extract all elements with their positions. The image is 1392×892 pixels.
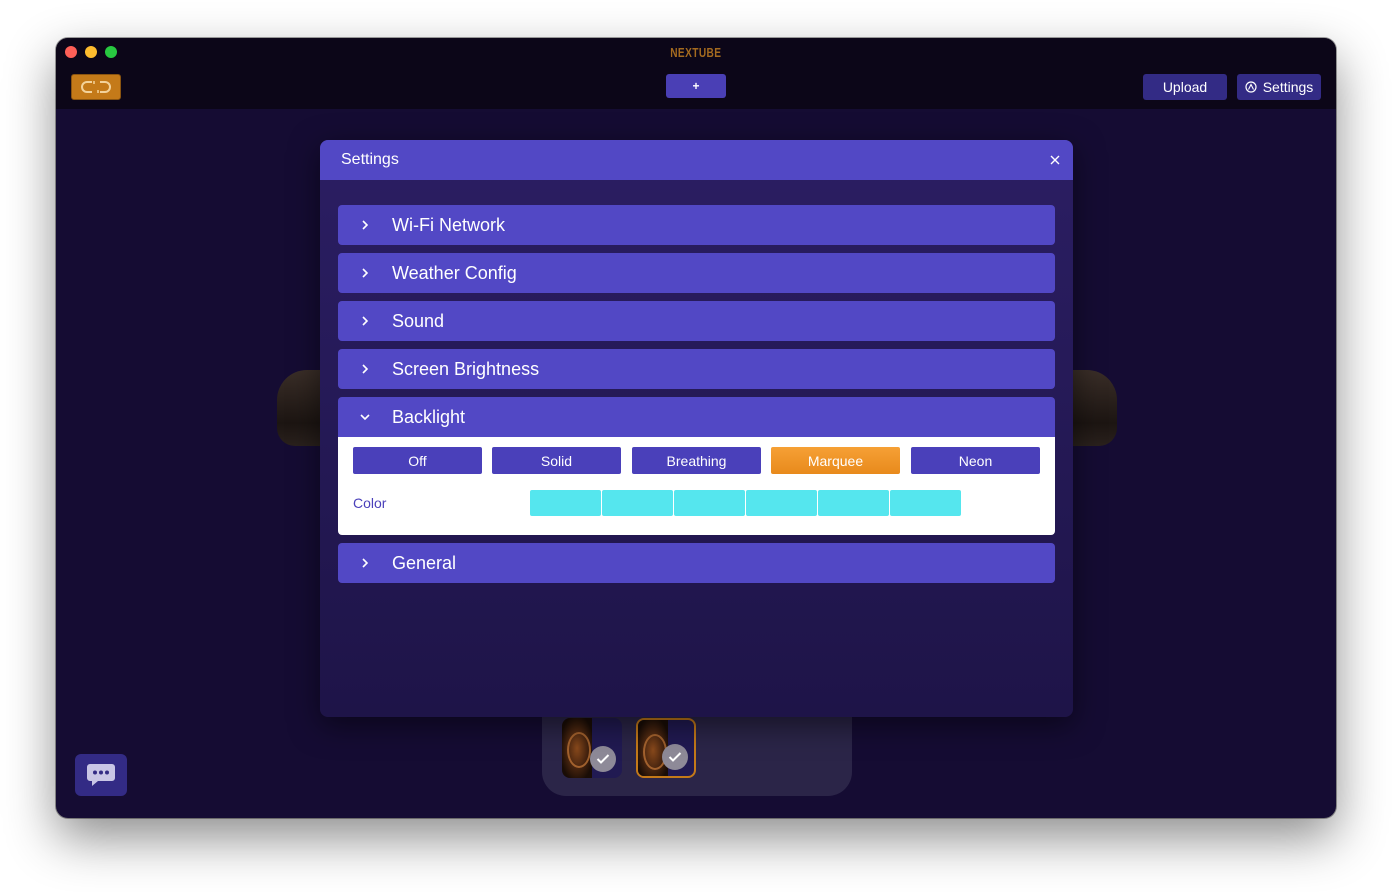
link-device-button[interactable] bbox=[71, 74, 121, 100]
accordion-label: Backlight bbox=[392, 406, 466, 427]
app-title: NEXTUBE bbox=[670, 44, 722, 60]
accordion-header[interactable]: Sound bbox=[338, 301, 1055, 341]
settings-button[interactable]: Settings bbox=[1237, 74, 1321, 100]
color-swatch[interactable] bbox=[818, 490, 889, 516]
accordion-label: Sound bbox=[392, 310, 445, 331]
chevron-right-icon bbox=[338, 301, 392, 341]
chevron-right-icon bbox=[338, 253, 392, 293]
chat-bubble-icon bbox=[87, 764, 115, 786]
accordion-backlight[interactable]: Backlight Off Solid Breathing Marquee Ne… bbox=[338, 397, 1055, 535]
settings-button-label: Settings bbox=[1262, 79, 1314, 95]
chevron-right-icon bbox=[338, 543, 392, 583]
thumbnail-item[interactable] bbox=[562, 718, 622, 778]
color-swatch[interactable] bbox=[530, 490, 601, 516]
accordion-header[interactable]: Backlight bbox=[338, 397, 1055, 437]
add-button[interactable]: + bbox=[666, 74, 726, 98]
accordion-sound[interactable]: Sound bbox=[338, 301, 1055, 341]
backlight-panel: Off Solid Breathing Marquee Neon Color bbox=[338, 437, 1055, 535]
window-maximize-button[interactable] bbox=[105, 46, 117, 58]
modal-title: Settings bbox=[341, 151, 399, 168]
color-swatch[interactable] bbox=[602, 490, 673, 516]
modal-header: Settings bbox=[320, 140, 1073, 180]
accordion-header[interactable]: Weather Config bbox=[338, 253, 1055, 293]
mode-marquee-button[interactable]: Marquee bbox=[771, 447, 900, 474]
title-bar: NEXTUBE bbox=[56, 38, 1336, 66]
accordion-label: Wi-Fi Network bbox=[392, 214, 505, 235]
chevron-right-icon bbox=[338, 205, 392, 245]
app-window: NEXTUBE + Upload Settings Settings Wi-Fi… bbox=[56, 38, 1336, 818]
accordion-header[interactable]: Screen Brightness bbox=[338, 349, 1055, 389]
modal-close-button[interactable] bbox=[1047, 152, 1063, 168]
traffic-lights bbox=[65, 46, 117, 58]
accordion-general[interactable]: General bbox=[338, 543, 1055, 583]
window-minimize-button[interactable] bbox=[85, 46, 97, 58]
accordion-wifi-network[interactable]: Wi-Fi Network bbox=[338, 205, 1055, 245]
accordion-screen-brightness[interactable]: Screen Brightness bbox=[338, 349, 1055, 389]
mode-neon-button[interactable]: Neon bbox=[911, 447, 1040, 474]
accordion-label: Screen Brightness bbox=[392, 358, 540, 379]
chat-button[interactable] bbox=[75, 754, 127, 796]
accordion-weather-config[interactable]: Weather Config bbox=[338, 253, 1055, 293]
color-swatch[interactable] bbox=[890, 490, 961, 516]
gear-icon bbox=[1245, 81, 1257, 93]
window-close-button[interactable] bbox=[65, 46, 77, 58]
check-icon bbox=[590, 746, 616, 772]
accordion-header[interactable]: General bbox=[338, 543, 1055, 583]
mode-off-button[interactable]: Off bbox=[353, 447, 482, 474]
settings-modal: Settings Wi-Fi Network Weather Config So… bbox=[320, 140, 1073, 717]
link-icon bbox=[81, 81, 111, 93]
thumbnail-item-selected[interactable] bbox=[636, 718, 696, 778]
check-icon bbox=[662, 744, 688, 770]
color-swatch[interactable] bbox=[746, 490, 817, 516]
toolbar: + Upload Settings bbox=[56, 66, 1336, 109]
nixie-tube-image bbox=[562, 718, 592, 778]
upload-button[interactable]: Upload bbox=[1143, 74, 1227, 100]
accordion-header[interactable]: Wi-Fi Network bbox=[338, 205, 1055, 245]
chevron-down-icon bbox=[338, 397, 392, 437]
mode-breathing-button[interactable]: Breathing bbox=[632, 447, 761, 474]
accordion-label: Weather Config bbox=[392, 262, 517, 283]
chevron-right-icon bbox=[338, 349, 392, 389]
accordion-label: General bbox=[392, 552, 457, 573]
close-icon bbox=[1050, 155, 1060, 165]
mode-solid-button[interactable]: Solid bbox=[492, 447, 621, 474]
color-swatch[interactable] bbox=[674, 490, 745, 516]
color-label: Color bbox=[353, 495, 387, 511]
